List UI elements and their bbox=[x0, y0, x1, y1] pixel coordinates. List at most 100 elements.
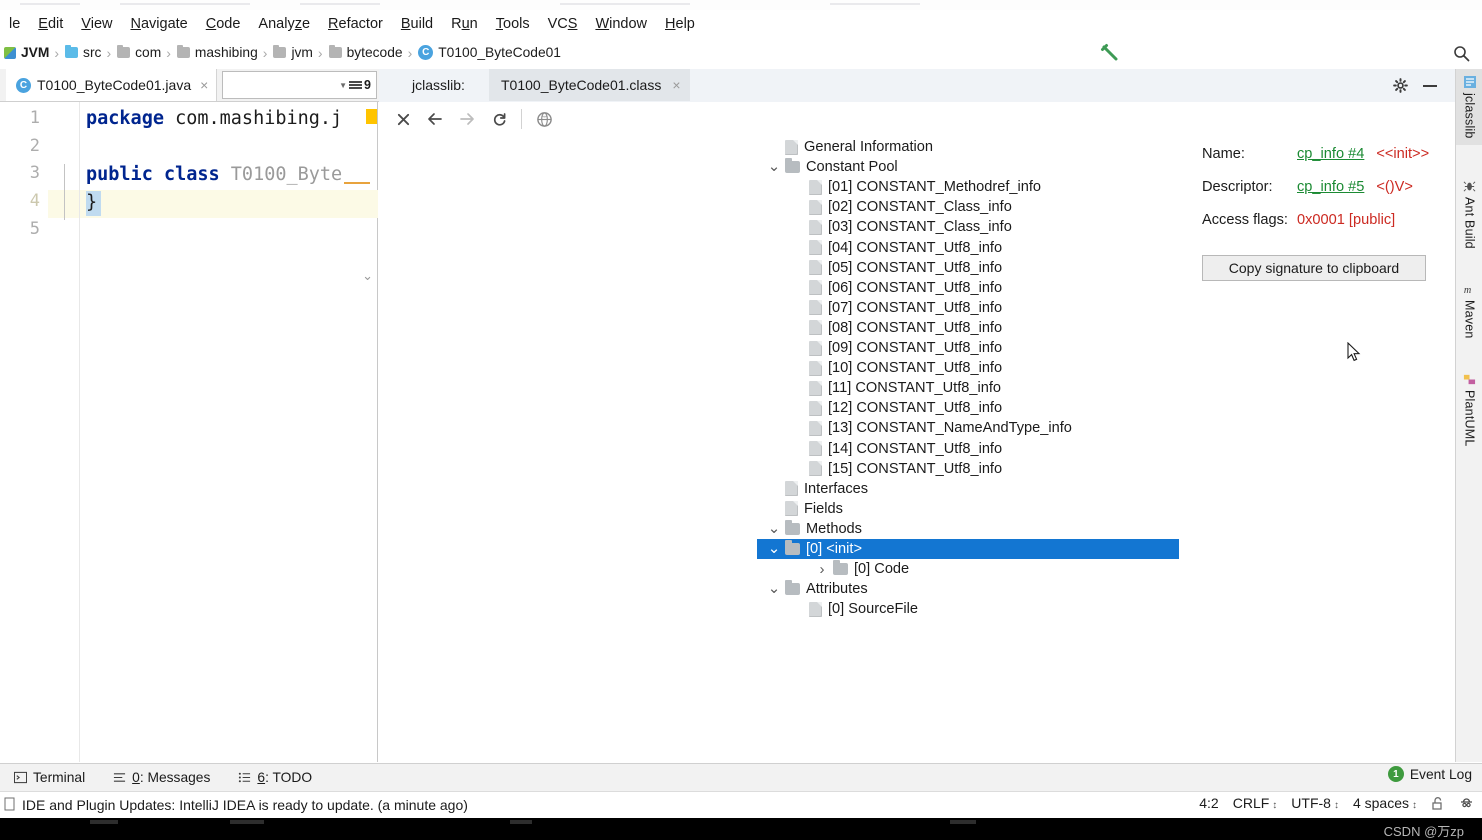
tree-node[interactable]: Fields bbox=[379, 499, 1179, 519]
tree-node[interactable]: [06] CONSTANT_Utf8_info bbox=[379, 278, 1179, 298]
close-icon[interactable] bbox=[387, 104, 419, 134]
hammer-icon[interactable] bbox=[1093, 40, 1127, 66]
tree-node[interactable]: ⌄ Constant Pool bbox=[379, 157, 1179, 177]
tree-node[interactable]: [04] CONSTANT_Utf8_info bbox=[379, 238, 1179, 258]
menu-refactor[interactable]: Refactor bbox=[319, 12, 392, 36]
tab-t0100-bytecode01-java[interactable]: C T0100_ByteCode01.java × bbox=[6, 69, 218, 101]
tree-node[interactable]: [15] CONSTANT_Utf8_info bbox=[379, 459, 1179, 479]
menu-view[interactable]: View bbox=[72, 12, 121, 36]
breadcrumb-item-src[interactable]: src bbox=[61, 45, 104, 60]
tree-node[interactable]: General Information bbox=[379, 137, 1179, 157]
menu-code[interactable]: Code bbox=[197, 12, 250, 36]
chevron-down-icon[interactable]: ⌄ bbox=[767, 581, 781, 596]
toolwindow-button-todo[interactable]: 6: TODO bbox=[224, 770, 326, 785]
toolwindow-tab-maven[interactable]: m Maven bbox=[1456, 277, 1482, 345]
breadcrumb-item-class[interactable]: C T0100_ByteCode01 bbox=[414, 45, 564, 60]
tree-node[interactable]: [10] CONSTANT_Utf8_info bbox=[379, 358, 1179, 378]
code-line-3[interactable]: public class T0100_Byte bbox=[86, 164, 342, 185]
tree-node[interactable]: › [0] Code bbox=[379, 559, 1179, 579]
tree-node[interactable]: [12] CONSTANT_Utf8_info bbox=[379, 398, 1179, 418]
tree-node[interactable]: [0] SourceFile bbox=[379, 599, 1179, 619]
menu-tools[interactable]: Tools bbox=[487, 12, 539, 36]
tree-node[interactable]: ⌄ Attributes bbox=[379, 579, 1179, 599]
code-line-1[interactable]: package com.mashibing.j bbox=[86, 108, 342, 129]
menu-label: elp bbox=[675, 16, 695, 32]
menu-window[interactable]: Window bbox=[586, 12, 656, 36]
tree-node[interactable]: [11] CONSTANT_Utf8_info bbox=[379, 378, 1179, 398]
menu-build[interactable]: Build bbox=[392, 12, 442, 36]
unlocked-icon[interactable] bbox=[1431, 796, 1445, 811]
menu-vcs[interactable]: VCS bbox=[539, 12, 587, 36]
chevron-down-icon[interactable]: ⌄ bbox=[362, 268, 373, 284]
file-icon bbox=[809, 260, 822, 276]
breadcrumb-item-jvm-pkg[interactable]: jvm bbox=[269, 45, 315, 60]
back-arrow-icon[interactable] bbox=[419, 104, 451, 134]
code-line-4[interactable]: } bbox=[86, 192, 97, 213]
toolwindow-tab-ant-build[interactable]: Ant Build bbox=[1456, 174, 1482, 255]
toolwindow-button-terminal[interactable]: Terminal bbox=[0, 770, 99, 785]
breadcrumb-separator: › bbox=[262, 44, 268, 61]
chevron-down-icon[interactable]: ⌄ bbox=[767, 159, 781, 174]
line-separator-widget[interactable]: CRLF ↕ bbox=[1233, 795, 1278, 811]
method-detail-pane: Name: cp_info #4 <<init>> Descriptor: cp… bbox=[1202, 146, 1452, 281]
toolwindow-tab-jclasslib[interactable]: jclasslib bbox=[1456, 69, 1482, 145]
tree-node[interactable]: [03] CONSTANT_Class_info bbox=[379, 217, 1179, 237]
breadcrumb-item-bytecode[interactable]: bytecode bbox=[325, 45, 406, 60]
code-token-keyword: public class bbox=[86, 164, 220, 185]
copy-signature-button[interactable]: Copy signature to clipboard bbox=[1202, 255, 1426, 281]
cp-info-descriptor-link[interactable]: cp_info #5 bbox=[1297, 179, 1364, 195]
tree-node[interactable]: ⌄ [0] <init> bbox=[757, 539, 1179, 559]
wrap-marker-icon bbox=[366, 109, 377, 124]
tree-node-label: [11] CONSTANT_Utf8_info bbox=[828, 380, 1002, 397]
detail-access-value: 0x0001 [public] bbox=[1297, 212, 1396, 228]
chevron-down-icon[interactable]: ⌄ bbox=[767, 541, 781, 556]
tree-node[interactable]: [09] CONSTANT_Utf8_info bbox=[379, 338, 1179, 358]
menu-analyze[interactable]: Analyze bbox=[249, 12, 319, 36]
encoding-widget[interactable]: UTF-8 ↕ bbox=[1291, 795, 1339, 811]
tab-t0100-bytecode01-class[interactable]: T0100_ByteCode01.class × bbox=[489, 69, 690, 101]
tree-node[interactable]: Interfaces bbox=[379, 479, 1179, 499]
breadcrumb-item-com[interactable]: com bbox=[113, 45, 164, 60]
tree-node[interactable]: [01] CONSTANT_Methodref_info bbox=[379, 177, 1179, 197]
chevron-down-icon[interactable]: ⌄ bbox=[767, 521, 781, 536]
toolwindow-label: 0: Messages bbox=[132, 770, 211, 785]
tree-node[interactable]: [13] CONSTANT_NameAndType_info bbox=[379, 418, 1179, 438]
menu-accel: W bbox=[595, 16, 610, 32]
menu-accel: C bbox=[205, 16, 217, 32]
toolwindow-tab-plantuml[interactable]: PlantUML bbox=[1456, 367, 1482, 452]
cp-info-name-link[interactable]: cp_info #4 bbox=[1297, 146, 1364, 162]
close-icon[interactable]: × bbox=[200, 77, 208, 93]
reload-icon[interactable] bbox=[483, 104, 515, 134]
browse-web-icon[interactable] bbox=[528, 104, 560, 134]
hector-icon[interactable] bbox=[1459, 796, 1474, 811]
menu-edit[interactable]: Edit bbox=[29, 12, 72, 36]
caret-position[interactable]: 4:2 bbox=[1199, 795, 1218, 811]
search-icon[interactable] bbox=[1448, 40, 1474, 66]
tree-node[interactable]: [02] CONSTANT_Class_info bbox=[379, 197, 1179, 217]
code-fold-indicator[interactable] bbox=[64, 164, 65, 220]
tree-node[interactable]: [08] CONSTANT_Utf8_info bbox=[379, 318, 1179, 338]
tree-node[interactable]: [05] CONSTANT_Utf8_info bbox=[379, 258, 1179, 278]
close-icon[interactable]: × bbox=[672, 77, 680, 93]
breadcrumb-label: T0100_ByteCode01 bbox=[438, 45, 561, 60]
menu-file[interactable]: le bbox=[0, 12, 29, 36]
menu-navigate[interactable]: Navigate bbox=[121, 12, 196, 36]
breadcrumb-item-jvm[interactable]: JVM bbox=[0, 45, 52, 60]
detail-name-label: Name: bbox=[1202, 146, 1245, 162]
menu-help[interactable]: Help bbox=[656, 12, 704, 36]
breadcrumb-item-mashibing[interactable]: mashibing bbox=[173, 45, 261, 60]
chevron-right-icon[interactable]: › bbox=[815, 561, 829, 578]
gear-icon[interactable] bbox=[1393, 78, 1408, 93]
menu-accel: R bbox=[328, 16, 339, 32]
status-message[interactable]: IDE and Plugin Updates: IntelliJ IDEA is… bbox=[0, 797, 468, 813]
indent-widget[interactable]: 4 spaces ↕ bbox=[1353, 795, 1417, 811]
jclasslib-icon bbox=[1463, 75, 1477, 89]
event-log-button[interactable]: 1 Event Log bbox=[1387, 766, 1472, 782]
editor-scope-combo[interactable]: ▼ 9 bbox=[222, 71, 377, 99]
menu-run[interactable]: Run bbox=[442, 12, 487, 36]
toolwindow-button-messages[interactable]: 0: Messages bbox=[99, 770, 224, 785]
tree-node[interactable]: ⌄ Methods bbox=[379, 519, 1179, 539]
tree-node[interactable]: [07] CONSTANT_Utf8_info bbox=[379, 298, 1179, 318]
tree-node[interactable]: [14] CONSTANT_Utf8_info bbox=[379, 439, 1179, 459]
minimize-icon[interactable] bbox=[1423, 77, 1437, 91]
